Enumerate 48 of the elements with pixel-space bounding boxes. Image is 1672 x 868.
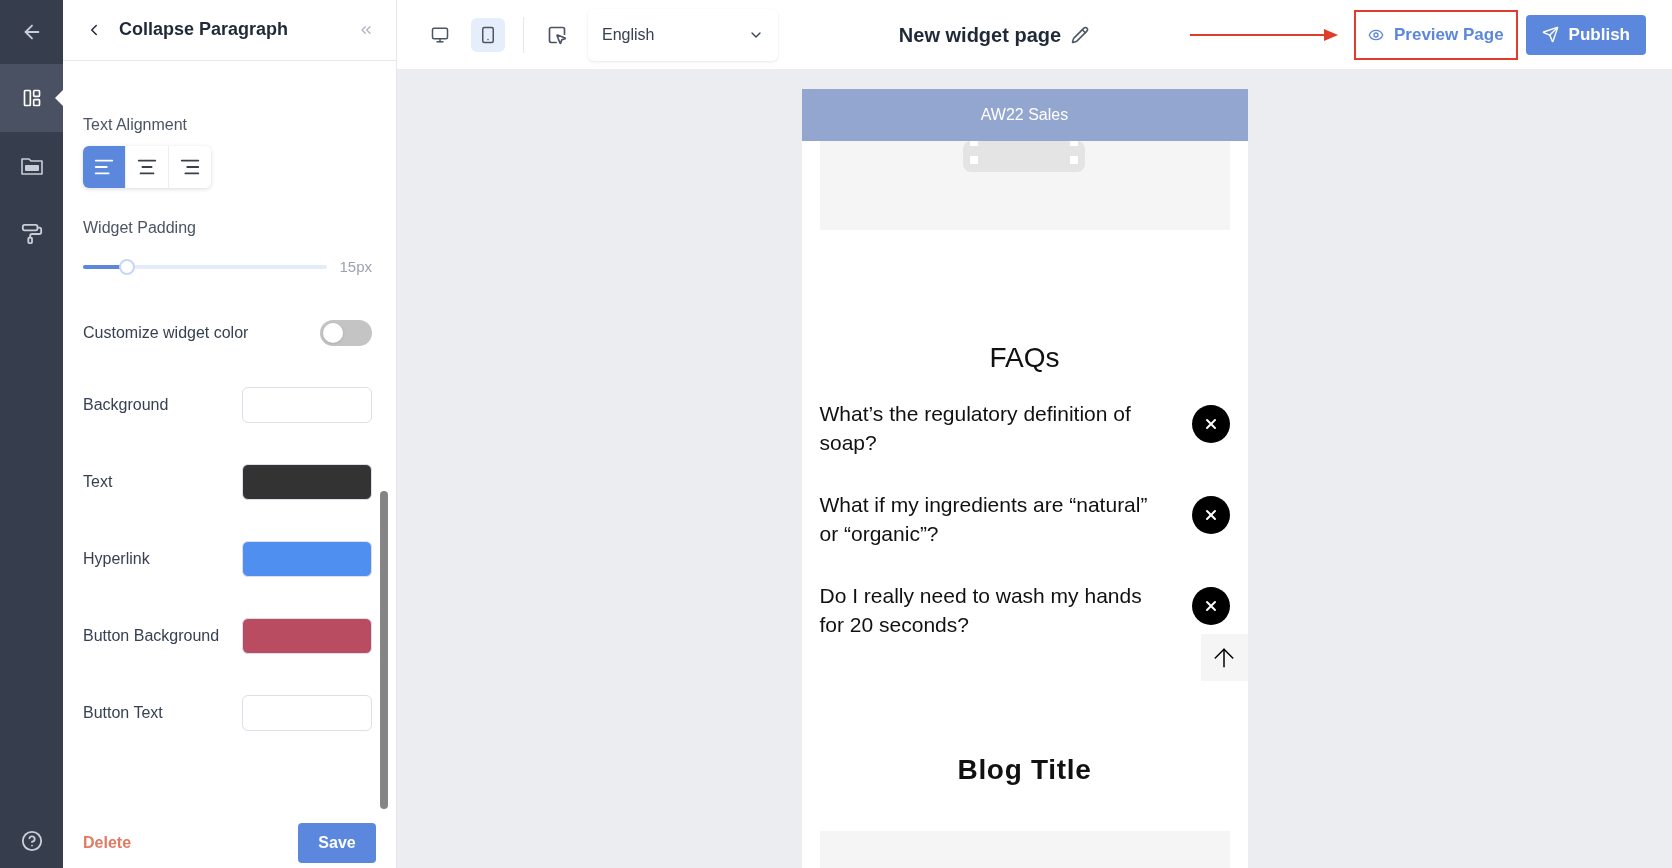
- send-icon: [1541, 26, 1559, 43]
- help-icon: [20, 830, 43, 852]
- edit-title-button[interactable]: [1071, 25, 1090, 44]
- alignment-button[interactable]: [125, 145, 168, 188]
- field-label: Widget Padding: [83, 217, 197, 238]
- color-toggle[interactable]: [320, 320, 372, 347]
- blog-title: Blog Title: [956, 753, 1093, 787]
- color-swatch[interactable]: [242, 694, 372, 731]
- faq-toggle-button[interactable]: [1191, 587, 1230, 625]
- layout-icon: [21, 88, 42, 108]
- alignment-button[interactable]: [168, 145, 211, 188]
- faq-toggle-button[interactable]: [1191, 405, 1230, 443]
- field-label: Button Text: [83, 703, 164, 724]
- color-swatch[interactable]: [242, 617, 372, 654]
- pencil-icon: [1071, 25, 1090, 44]
- save-button[interactable]: Save: [298, 823, 376, 864]
- slider-thumb[interactable]: [119, 258, 135, 275]
- faq-question: Do I really need to wash my hands for 20 seconds?: [819, 583, 1143, 638]
- preview-page-button[interactable]: Preview Page: [1353, 9, 1518, 60]
- field-label: Text Alignment: [83, 114, 189, 135]
- page-title: New widget page: [898, 22, 1062, 48]
- publish-button[interactable]: Publish: [1525, 14, 1646, 55]
- scrollbar[interactable]: [380, 490, 388, 809]
- field-label: Text: [83, 472, 114, 493]
- faq-question: What’s the regulatory definition of soap?: [819, 401, 1132, 456]
- color-swatch[interactable]: [242, 540, 372, 577]
- faq-toggle-button[interactable]: [1191, 496, 1230, 534]
- scroll-top-button[interactable]: [1200, 634, 1248, 681]
- announcement-banner: AW22 Sales: [801, 89, 1248, 141]
- faq-question: What if my ingredients are “natural” or “organic”?: [819, 492, 1149, 547]
- color-swatch[interactable]: [242, 463, 372, 500]
- paint-roller-icon: [20, 223, 43, 245]
- delete-button[interactable]: Delete: [83, 831, 132, 856]
- desktop-icon: [431, 25, 449, 44]
- field-label: Button Background: [83, 626, 221, 647]
- color-swatch[interactable]: [242, 386, 372, 423]
- faq-heading: FAQs: [988, 341, 1061, 375]
- mobile-icon: [479, 25, 497, 44]
- pointer-select-icon: [547, 24, 567, 45]
- device-button[interactable]: [471, 17, 505, 52]
- language-dropdown[interactable]: English: [588, 8, 778, 61]
- panel-title: Collapse Paragraph: [119, 18, 290, 42]
- field-label: Hyperlink: [83, 549, 151, 570]
- field-label: Background: [83, 395, 170, 416]
- field-label: Customize widget color: [83, 323, 249, 344]
- padding-slider[interactable]: [83, 258, 328, 275]
- help-button[interactable]: [20, 830, 43, 852]
- padding-value: 15px: [339, 256, 372, 277]
